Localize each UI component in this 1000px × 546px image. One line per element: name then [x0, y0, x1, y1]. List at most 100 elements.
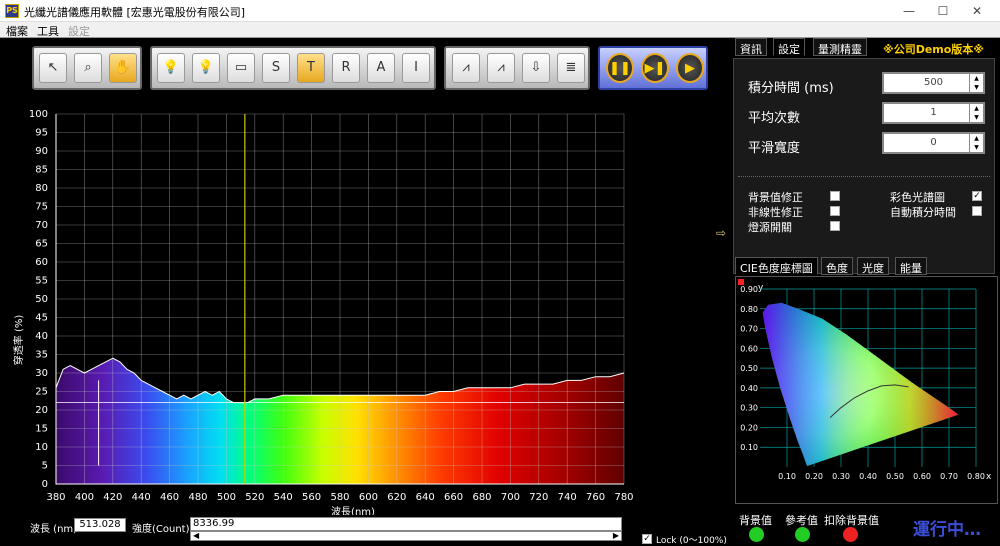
graph-view-1-icon[interactable]: ⩘ — [452, 53, 480, 83]
spin-arrows-icon[interactable]: ▲ ▼ — [969, 134, 983, 152]
smoothing-value: 0 — [930, 137, 937, 148]
cie-x-tick: 0.70 — [940, 472, 958, 481]
y-tick-label: 45 — [35, 313, 48, 324]
cie-y-tick: 0.30 — [740, 404, 758, 413]
cie-chart-svg: y x 0.10 0.20 0.30 0.40 0.50 0.60 0.70 0.80 0.10… — [738, 279, 992, 482]
x-tick-label: 580 — [330, 492, 349, 503]
status-led-area: 背景值 參考值 扣除背景值 — [733, 512, 913, 542]
demo-badge: ※公司Demo版本※ — [883, 43, 984, 56]
window-title: 光纖光譜儀應用軟體 [宏惠光電股份有限公司] — [24, 6, 246, 19]
cie-chart[interactable]: y x 0.10 0.20 0.30 0.40 0.50 0.60 0.70 0.80 0.10… — [735, 276, 998, 504]
absorbance-a-icon[interactable]: A — [367, 53, 395, 83]
spin-arrows-icon[interactable]: ▲ ▼ — [969, 104, 983, 122]
y-tick-label: 15 — [35, 424, 48, 435]
led-subtract-background — [843, 527, 858, 542]
checkbox-background-correction[interactable] — [830, 191, 840, 201]
cie-gamut-hue — [762, 302, 959, 467]
toolbar-group-mode: 💡 💡 ▭ S T R A I — [150, 46, 436, 90]
zoom-icon[interactable]: ⌕ — [74, 53, 102, 83]
tab-wizard[interactable]: 量測精靈 — [813, 38, 867, 56]
horizontal-scrollbar[interactable]: ◀ ▶ — [190, 531, 622, 541]
irradiance-i-icon[interactable]: I — [402, 53, 430, 83]
play-icon[interactable]: ▶ — [676, 53, 704, 83]
toolbar-group-acquisition: ❚❚ ▶❚ ▶ — [598, 46, 708, 90]
panel-toggle-arrow-icon[interactable]: ⇨ — [716, 226, 726, 240]
tab-photometry[interactable]: 光度 — [857, 257, 889, 275]
cursor-arrow-icon[interactable]: ↖ — [39, 53, 67, 83]
scroll-right-icon[interactable]: ▶ — [613, 532, 619, 540]
chk-label-background-correction: 背景值修正 — [748, 191, 803, 204]
led-label-subtract-background: 扣除背景值 — [824, 514, 879, 527]
integration-time-label: 積分時間 (ms) — [748, 81, 834, 96]
cie-x-tick: 0.80 — [967, 472, 985, 481]
pan-hand-icon[interactable]: ✋ — [109, 53, 137, 83]
cie-x-label: x — [986, 472, 992, 482]
tab-settings[interactable]: 設定 — [773, 38, 805, 56]
x-tick-label: 740 — [558, 492, 577, 503]
export-layers-icon[interactable]: ≣ — [557, 53, 585, 83]
scroll-left-icon[interactable]: ◀ — [193, 532, 199, 540]
integration-time-input[interactable]: 500 ▲ ▼ — [882, 72, 985, 94]
y-tick-label: 65 — [35, 239, 48, 250]
cie-x-tick: 0.10 — [778, 472, 796, 481]
y-tick-label: 80 — [35, 183, 48, 194]
x-tick-label: 380 — [46, 492, 65, 503]
y-tick-label: 70 — [35, 220, 48, 231]
checkbox-auto-integration[interactable] — [972, 206, 982, 216]
led-background — [749, 527, 764, 542]
smoothing-input[interactable]: 0 ▲ ▼ — [882, 132, 985, 154]
chk-label-auto-integration: 自動積分時間 — [890, 206, 956, 219]
spin-arrows-icon[interactable]: ▲ ▼ — [969, 74, 983, 92]
cie-y-label: y — [758, 283, 764, 293]
step-forward-icon[interactable]: ▶❚ — [641, 53, 669, 83]
app-logo-icon: PS — [5, 4, 19, 18]
graph-view-2-icon[interactable]: ⩘ — [487, 53, 515, 83]
x-tick-label: 560 — [302, 492, 321, 503]
tab-energy[interactable]: 能量 — [895, 257, 927, 275]
x-tick-label: 420 — [103, 492, 122, 503]
toolbar-group-file: ⩘ ⩘ ⇩ ≣ — [444, 46, 590, 90]
y-tick-label: 5 — [42, 461, 48, 472]
tab-chromaticity[interactable]: 色度 — [821, 257, 853, 275]
led-label-reference: 參考值 — [785, 514, 818, 527]
dark-reference-icon[interactable]: ▭ — [227, 53, 255, 83]
lamp-off-icon[interactable]: 💡 — [157, 53, 185, 83]
x-tick-label: 600 — [359, 492, 378, 503]
checkbox-color-spectrum[interactable]: ✓ — [972, 191, 982, 201]
close-button[interactable]: ✕ — [964, 2, 990, 20]
x-tick-label: 520 — [245, 492, 264, 503]
lock-checkbox[interactable]: ✓ — [642, 534, 652, 544]
checkbox-nonlinear-correction[interactable] — [830, 206, 840, 216]
x-tick-label: 480 — [188, 492, 207, 503]
checkbox-lamp-switch[interactable] — [830, 221, 840, 231]
x-tick-label: 440 — [132, 492, 151, 503]
menu-bar: 檔案 工具 設定 — [0, 22, 1000, 38]
tab-cie-chart[interactable]: CIE色度座標圖 — [735, 257, 818, 275]
reflection-r-icon[interactable]: R — [332, 53, 360, 83]
pause-icon[interactable]: ❚❚ — [606, 53, 634, 83]
save-download-icon[interactable]: ⇩ — [522, 53, 550, 83]
x-tick-label: 680 — [472, 492, 491, 503]
chk-label-lamp-switch: 燈源開關 — [748, 221, 792, 234]
cie-y-tick: 0.20 — [740, 423, 758, 432]
minimize-button[interactable]: — — [896, 2, 922, 20]
x-tick-label: 540 — [274, 492, 293, 503]
average-input[interactable]: 1 ▲ ▼ — [882, 102, 985, 124]
spectrum-chart[interactable]: 穿透率 (%) 波長(nm) 0 5 10 15 20 25 30 35 40 45 50 55 60 6… — [0, 100, 730, 518]
x-tick-label: 660 — [444, 492, 463, 503]
settings-panel: 積分時間 (ms) 500 ▲ ▼ 平均次數 1 ▲ ▼ 平滑寬度 0 ▲ ▼ 背景值… — [733, 58, 995, 274]
x-tick-label: 760 — [586, 492, 605, 503]
average-label: 平均次數 — [748, 111, 801, 126]
menu-tools[interactable]: 工具 — [37, 23, 59, 39]
cie-y-tick: 0.50 — [740, 364, 758, 373]
maximize-button[interactable]: ☐ — [930, 2, 956, 20]
intensity-bar: 8336.99 — [190, 517, 622, 531]
scope-s-icon[interactable]: S — [262, 53, 290, 83]
cie-y-tick: 0.70 — [740, 325, 758, 334]
menu-file[interactable]: 檔案 — [6, 23, 28, 39]
tab-info[interactable]: 資訊 — [735, 38, 767, 56]
transmission-t-icon[interactable]: T — [297, 53, 325, 83]
title-bar: PS 光纖光譜儀應用軟體 [宏惠光電股份有限公司] — ☐ ✕ — [0, 0, 1000, 22]
x-tick-label: 620 — [387, 492, 406, 503]
lamp-on-icon[interactable]: 💡 — [192, 53, 220, 83]
